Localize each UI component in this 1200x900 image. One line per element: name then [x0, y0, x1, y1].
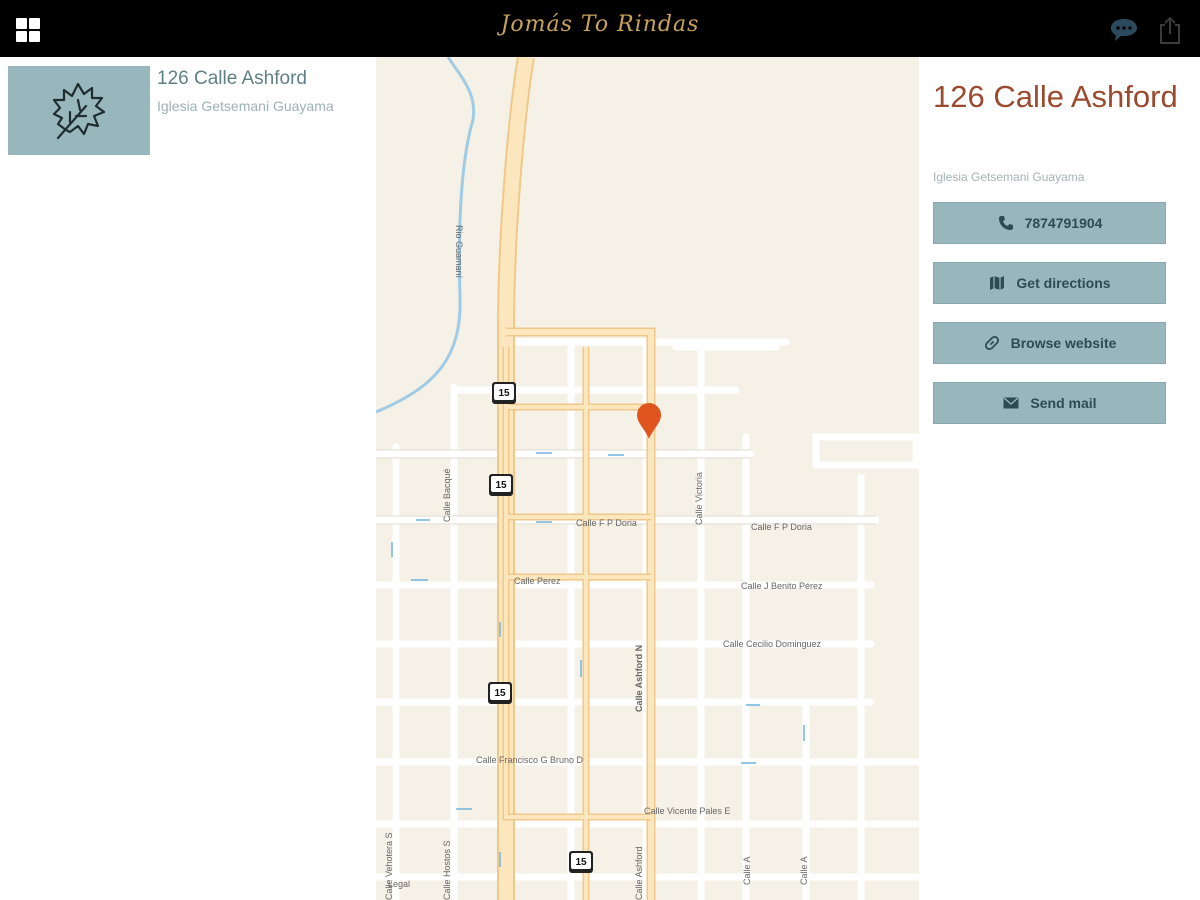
street-label: Calle Vicente Pales E	[644, 806, 730, 816]
phone-icon	[997, 214, 1015, 232]
street-label: Calle J Benito Pérez	[741, 581, 823, 591]
street-label: Calle Vehotera S	[384, 832, 394, 900]
call-button[interactable]: 7874791904	[933, 202, 1166, 244]
detail-panel: 126 Calle Ashford Iglesia Getsemani Guay…	[919, 57, 1200, 900]
street-labels: Rio Guamaní Calle F P Doria Calle F P Do…	[384, 225, 823, 900]
street-label: Calle Francisco G Bruno D	[476, 755, 584, 765]
link-icon	[983, 334, 1001, 352]
route-shield: 15	[489, 474, 513, 496]
detail-title: 126 Calle Ashford	[933, 79, 1178, 114]
street-label: Calle Cecilio Dominguez	[723, 639, 822, 649]
main-roads	[497, 57, 656, 900]
route-shield-label: 15	[575, 857, 587, 868]
list-item-subtitle: Iglesia Getsemani Guayama	[157, 98, 334, 114]
route-shield: 15	[569, 851, 593, 873]
list-item-thumbnail	[8, 66, 150, 155]
street-label: Calle Perez	[514, 576, 561, 586]
share-icon[interactable]	[1156, 14, 1184, 46]
street-label: Calle Ashford N	[634, 645, 644, 712]
route-shield-label: 15	[498, 388, 510, 399]
street-label: Calle Ashford	[634, 846, 644, 900]
street-label: Rio Guamaní	[454, 225, 464, 279]
envelope-icon	[1002, 394, 1020, 412]
map-view[interactable]: 15 15 15 15 Rio Guamaní Calle F P Doria …	[376, 57, 919, 900]
map-legal-link: Legal	[388, 879, 410, 889]
website-button[interactable]: Browse website	[933, 322, 1166, 364]
list-item[interactable]: 126 Calle Ashford Iglesia Getsemani Guay…	[0, 57, 376, 161]
street-label: Calle F P Doria	[751, 522, 812, 532]
route-shield: 15	[492, 382, 516, 404]
street-label: Calle A	[742, 856, 752, 885]
top-bar: Jomás To Rindas	[0, 0, 1200, 57]
call-button-label: 7874791904	[1024, 215, 1103, 231]
street-label: Calle F P Doria	[576, 518, 637, 528]
place-list: 126 Calle Ashford Iglesia Getsemani Guay…	[0, 57, 376, 900]
directions-button[interactable]: Get directions	[933, 262, 1166, 304]
street-label: Calle A	[799, 856, 809, 885]
map-icon	[988, 274, 1006, 292]
mail-button-label: Send mail	[1030, 395, 1097, 411]
map-pin-icon[interactable]	[637, 403, 661, 439]
mail-button[interactable]: Send mail	[933, 382, 1166, 424]
directions-button-label: Get directions	[1016, 275, 1111, 291]
app-title: Jomás To Rindas	[500, 12, 700, 37]
street-label: Calle Victoria	[694, 472, 704, 525]
route-shield-label: 15	[494, 688, 506, 699]
chat-bubble-icon[interactable]	[1108, 16, 1140, 44]
route-shield-label: 15	[495, 480, 507, 491]
detail-subtitle: Iglesia Getsemani Guayama	[933, 170, 1085, 184]
website-button-label: Browse website	[1010, 335, 1117, 351]
route-shield: 15	[488, 682, 512, 704]
street-label: Calle Bacqué	[442, 468, 452, 522]
street-label: Calle Hostos S	[442, 840, 452, 900]
leaf-icon	[52, 82, 106, 140]
list-item-title: 126 Calle Ashford	[157, 68, 307, 89]
